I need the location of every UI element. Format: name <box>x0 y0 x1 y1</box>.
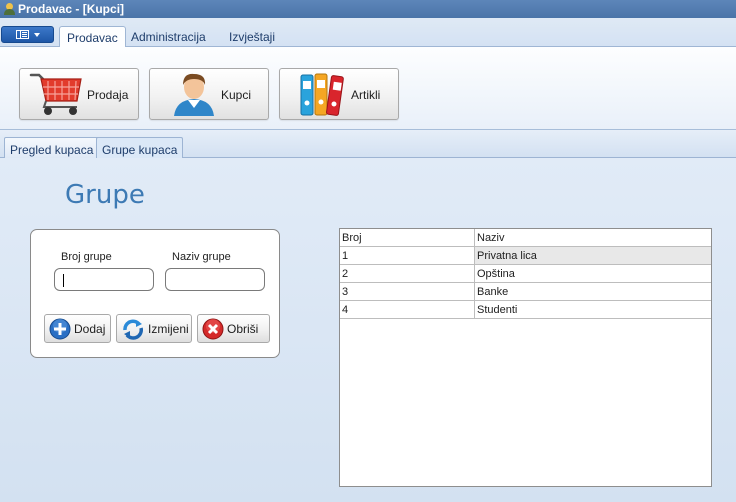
obrisi-label: Obriši <box>227 321 259 336</box>
izmijeni-button[interactable]: Izmijeni <box>116 314 192 343</box>
chevron-down-icon <box>33 32 40 37</box>
tab-izvjestaji[interactable]: Izvještaji <box>222 26 282 48</box>
table-row[interactable]: 3 Banke <box>340 283 711 301</box>
binders-icon <box>300 73 344 116</box>
kupci-button[interactable]: Kupci <box>149 68 269 120</box>
cell-naziv: Privatna lica <box>475 247 711 264</box>
document-tab-strip: Pregled kupaca Grupe kupaca <box>0 130 736 159</box>
text-cursor <box>63 274 64 287</box>
table-header: Broj Naziv <box>340 229 711 247</box>
group-form: Broj grupe Naziv grupe Dodaj Izmijeni Ob… <box>30 229 280 358</box>
column-header-broj[interactable]: Broj <box>340 229 475 246</box>
broj-grupe-input[interactable] <box>54 268 154 291</box>
kupci-label: Kupci <box>221 88 252 102</box>
table-row[interactable]: 1 Privatna lica <box>340 247 711 265</box>
menu-icon <box>15 30 29 39</box>
prodaja-button[interactable]: Prodaja <box>19 68 139 120</box>
tab-prodavac[interactable]: Prodavac <box>59 26 126 48</box>
ribbon-panel: Prodaja Kupci Artikli <box>0 47 736 130</box>
customer-icon <box>174 73 214 116</box>
naziv-grupe-label: Naziv grupe <box>172 251 231 263</box>
tab-grupe-kupaca[interactable]: Grupe kupaca <box>96 137 184 159</box>
dodaj-label: Dodaj <box>74 321 106 336</box>
application-menu-button[interactable] <box>1 26 54 43</box>
title-bar: Prodavac - [Kupci] <box>0 0 736 18</box>
groups-table[interactable]: Broj Naziv 1 Privatna lica 2 Opština 3 B… <box>339 228 712 487</box>
cell-broj: 1 <box>340 247 475 264</box>
cell-naziv: Studenti <box>477 304 518 316</box>
broj-grupe-label: Broj grupe <box>61 251 112 263</box>
naziv-grupe-input[interactable] <box>165 268 265 291</box>
column-header-naziv[interactable]: Naziv <box>475 229 711 246</box>
main-content: Grupe Broj grupe Naziv grupe Dodaj Izmij… <box>0 158 736 502</box>
obrisi-button[interactable]: Obriši <box>197 314 270 343</box>
tab-pregled-kupaca[interactable]: Pregled kupaca <box>4 137 100 158</box>
artikli-button[interactable]: Artikli <box>279 68 399 120</box>
izmijeni-label: Izmijeni <box>148 321 189 336</box>
page-title: Grupe <box>65 180 145 210</box>
add-icon <box>49 318 71 339</box>
cell-naziv: Opština <box>477 268 515 280</box>
cell-broj: 2 <box>340 265 475 282</box>
delete-icon <box>202 318 224 339</box>
tab-administracija[interactable]: Administracija <box>124 26 213 48</box>
ribbon-tab-strip: Prodavac Administracija Izvještaji <box>0 18 736 48</box>
refresh-icon <box>123 319 143 340</box>
window-title: Prodavac - [Kupci] <box>18 2 125 16</box>
table-row[interactable]: 2 Opština <box>340 265 711 283</box>
dodaj-button[interactable]: Dodaj <box>44 314 111 343</box>
cell-broj: 3 <box>340 283 475 300</box>
shopping-cart-icon <box>29 73 82 115</box>
artikli-label: Artikli <box>351 88 381 102</box>
cell-broj: 4 <box>340 301 475 318</box>
table-row[interactable]: 4 Studenti <box>340 301 711 319</box>
app-user-icon <box>4 3 15 15</box>
prodaja-label: Prodaja <box>87 88 129 102</box>
cell-naziv: Banke <box>477 286 509 298</box>
